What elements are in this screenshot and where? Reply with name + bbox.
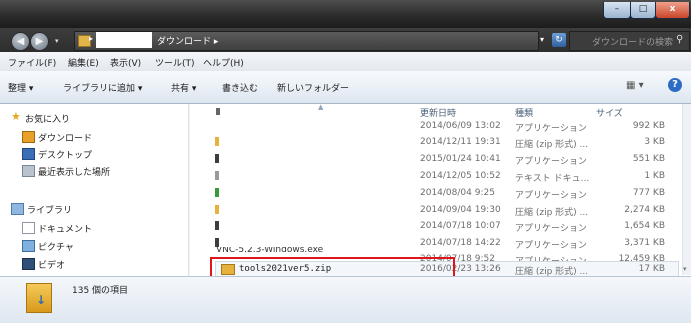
refresh-icon[interactable]: ↻ (552, 33, 566, 47)
favorites-star-icon: ★ (11, 110, 21, 123)
burn-button[interactable]: 書き込む (222, 81, 258, 94)
nav-desktop[interactable]: デスクトップ (38, 148, 92, 161)
file-size: 992 KB (632, 121, 665, 131)
file-date: 2014/07/18 14:22 (420, 238, 501, 248)
back-button[interactable]: ◀ (11, 32, 30, 51)
file-size: 1,654 KB (624, 221, 665, 231)
title-bar (0, 0, 691, 28)
nav-pictures[interactable]: ピクチャ (38, 240, 74, 253)
column-date-modified[interactable]: 更新日時 (420, 106, 456, 119)
close-button[interactable]: x (655, 2, 690, 19)
nav-documents[interactable]: ドキュメント (38, 222, 92, 235)
file-date: 2014/09/04 19:30 (420, 205, 501, 215)
redacted-filenames (214, 118, 414, 258)
breadcrumb-chevron-icon: ▸ (89, 34, 94, 43)
app-file-icon (215, 238, 219, 247)
file-list-scrollbar[interactable] (682, 104, 691, 275)
column-size[interactable]: サイズ (596, 106, 623, 119)
menu-tools[interactable]: ツール(T) (155, 56, 195, 69)
app-file-icon (215, 154, 219, 163)
file-date: 2014/07/18 10:07 (420, 221, 501, 231)
nav-downloads[interactable]: ダウンロード (38, 131, 92, 144)
recent-pages-chevron-icon[interactable]: ▾ (55, 37, 59, 45)
zip-file-icon (215, 205, 219, 214)
downloads-folder-icon (22, 131, 35, 143)
breadcrumb-downloads[interactable]: ダウンロード ▸ (157, 34, 218, 47)
file-size: 1 KB (644, 171, 665, 181)
selected-file-size: 17 KB (638, 264, 665, 274)
column-name-fragment (216, 108, 220, 115)
nav-libraries[interactable]: ライブラリ (27, 203, 72, 216)
recent-places-icon (22, 165, 35, 177)
file-type: テキスト ドキュ... (515, 174, 590, 184)
zip-file-icon (215, 137, 219, 146)
file-date: 2015/01/24 10:41 (420, 154, 501, 164)
nav-videos[interactable]: ビデオ (38, 258, 65, 271)
item-count: 135 個の項目 (72, 286, 129, 296)
organize-button[interactable]: 整理 ▾ (8, 81, 33, 94)
maximize-button[interactable]: □ (630, 2, 656, 19)
file-type: アプリケーション (515, 241, 587, 251)
file-type: アプリケーション (515, 191, 587, 201)
nav-favorites[interactable]: お気に入り (25, 112, 70, 125)
add-to-library-button[interactable]: ライブラリに追加 ▾ (63, 81, 142, 94)
file-size: 2,274 KB (624, 205, 665, 215)
address-dropdown-icon[interactable]: ▾ (540, 35, 544, 44)
file-type: アプリケーション (515, 224, 587, 234)
file-size: 3,371 KB (624, 238, 665, 248)
app-file-icon (215, 188, 219, 197)
search-placeholder: ダウンロードの検索 (592, 38, 674, 48)
file-size: 3 KB (644, 137, 665, 147)
text-file-icon (215, 171, 219, 180)
libraries-icon (11, 203, 24, 215)
documents-icon (22, 222, 35, 234)
menu-help[interactable]: ヘルプ(H) (203, 56, 244, 69)
menu-bar (0, 52, 691, 72)
search-icon[interactable]: ⚲ (676, 34, 683, 45)
nav-recent-places[interactable]: 最近表示した場所 (38, 165, 110, 178)
file-size: 551 KB (632, 154, 665, 164)
file-size: 777 KB (632, 188, 665, 198)
share-button[interactable]: 共有 ▾ (171, 81, 196, 94)
partial-file-name: VNC-5.2.3-Windows.exe (216, 247, 324, 255)
download-arrow-icon: ↓ (36, 293, 47, 307)
file-date: 2014/12/11 19:31 (420, 137, 501, 147)
help-icon[interactable]: ? (668, 78, 682, 92)
desktop-icon (22, 148, 35, 160)
minimize-button[interactable]: – (603, 2, 631, 19)
forward-button[interactable]: ▶ (30, 32, 49, 51)
app-file-icon (215, 221, 219, 230)
videos-icon (22, 258, 35, 270)
scroll-down-icon[interactable]: ▾ (683, 265, 687, 273)
file-type: アプリケーション (515, 124, 587, 134)
menu-edit[interactable]: 編集(E) (68, 56, 99, 69)
menu-view[interactable]: 表示(V) (110, 56, 141, 69)
file-type: 圧縮 (zip 形式) ... (515, 140, 589, 150)
sort-arrow-icon: ▲ (318, 103, 324, 111)
file-date: 2014/06/09 13:02 (420, 121, 501, 131)
file-type: アプリケーション (515, 157, 587, 167)
new-folder-button[interactable]: 新しいフォルダー (277, 81, 349, 94)
file-type: 圧縮 (zip 形式) ... (515, 208, 589, 218)
view-options-icon[interactable]: ▦ ▾ (626, 80, 644, 91)
menu-file[interactable]: ファイル(F) (8, 56, 56, 69)
file-date: 2014/12/05 10:52 (420, 171, 501, 181)
column-type[interactable]: 種類 (515, 106, 533, 119)
redacted-path (96, 32, 152, 48)
pictures-icon (22, 240, 35, 252)
file-date: 2014/08/04 9:25 (420, 188, 495, 198)
